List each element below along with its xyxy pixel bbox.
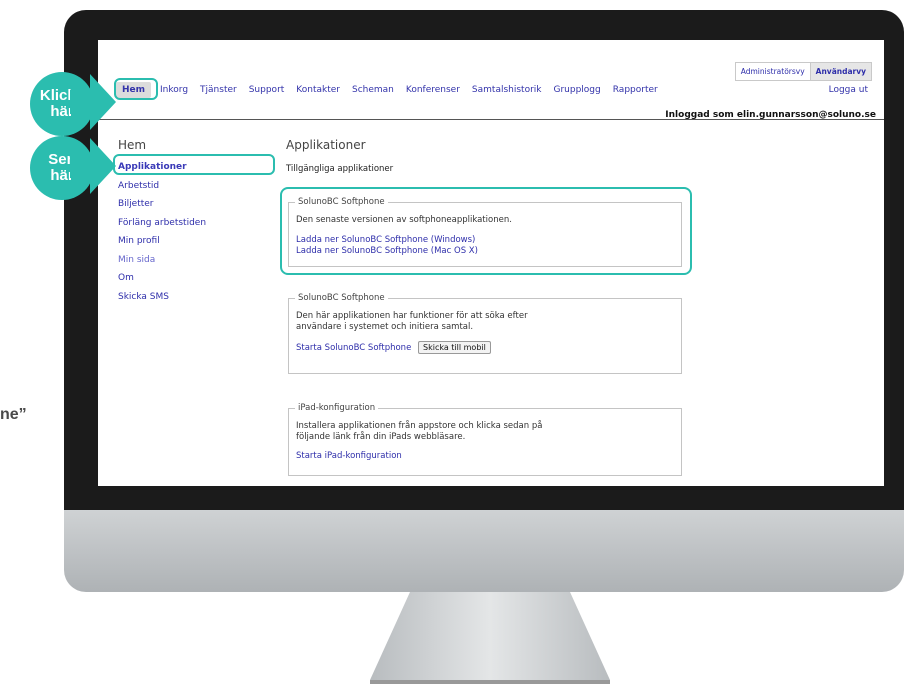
logged-in-user: Inloggad som elin.gunnarsson@soluno.se	[665, 110, 876, 120]
nav-conferences[interactable]: Konferenser	[400, 82, 466, 98]
highlight-applications	[113, 154, 275, 175]
page-title: Applikationer	[286, 138, 366, 152]
nav-reports[interactable]: Rapporter	[607, 82, 664, 98]
ipad-config-panel: iPad-konfiguration Installera applikatio…	[288, 403, 682, 476]
nav-inbox[interactable]: Inkorg	[154, 82, 194, 98]
arrow-right-icon	[70, 74, 116, 130]
monitor-stand	[370, 592, 610, 684]
panel-legend: iPad-konfiguration	[295, 403, 379, 413]
sidebar-item-send-sms[interactable]: Skicka SMS	[118, 288, 206, 307]
panel-description-line2: användare i systemet och initiera samtal…	[296, 322, 474, 332]
sidebar-menu: Applikationer Arbetstid Biljetter Förlän…	[118, 158, 206, 306]
send-to-mobile-button[interactable]: Skicka till mobil	[418, 341, 491, 354]
sidebar-item-about[interactable]: Om	[118, 269, 206, 288]
sidebar-title: Hem	[118, 138, 147, 152]
nav-contacts[interactable]: Kontakter	[290, 82, 346, 98]
view-toggle: Administratörsvy Användarvy	[734, 62, 872, 81]
nav-services[interactable]: Tjänster	[194, 82, 243, 98]
sidebar-item-tickets[interactable]: Biljetter	[118, 195, 206, 214]
page-intro: Tillgängliga applikationer	[286, 164, 394, 174]
sidebar-item-working-hours[interactable]: Arbetstid	[118, 177, 206, 196]
nav-schedules[interactable]: Scheman	[346, 82, 400, 98]
softphone-start-panel: SolunoBC Softphone Den här applikationen…	[288, 293, 682, 374]
cropped-caption-text: ne”	[0, 406, 27, 423]
highlight-home	[114, 78, 158, 100]
nav-support[interactable]: Support	[243, 82, 291, 98]
user-view-tab[interactable]: Användarvy	[809, 63, 871, 80]
start-softphone-link[interactable]: Starta SolunoBC Softphone	[296, 343, 411, 353]
highlight-download-panel	[280, 187, 692, 275]
panel-legend: SolunoBC Softphone	[295, 293, 388, 303]
nav-call-history[interactable]: Samtalshistorik	[466, 82, 548, 98]
panel-description-line1: Installera applikationen från appstore o…	[296, 421, 543, 431]
start-ipad-config-link[interactable]: Starta iPad-konfiguration	[296, 451, 676, 462]
sidebar-item-my-page[interactable]: Min sida	[118, 251, 206, 270]
sidebar-item-my-profile[interactable]: Min profil	[118, 232, 206, 251]
nav-group-log[interactable]: Grupplogg	[548, 82, 607, 98]
top-navigation: Hem Inkorg Tjänster Support Kontakter Sc…	[116, 82, 664, 98]
sidebar-item-extend-hours[interactable]: Förläng arbetstiden	[118, 214, 206, 233]
arrow-right-icon	[70, 138, 116, 194]
monitor-chin	[64, 510, 904, 592]
panel-description-line2: följande länk från din iPads webbläsare.	[296, 432, 466, 442]
admin-view-tab[interactable]: Administratörsvy	[735, 63, 810, 80]
logout-link[interactable]: Logga ut	[829, 85, 868, 95]
panel-description-line1: Den här applikationen har funktioner för…	[296, 311, 528, 321]
